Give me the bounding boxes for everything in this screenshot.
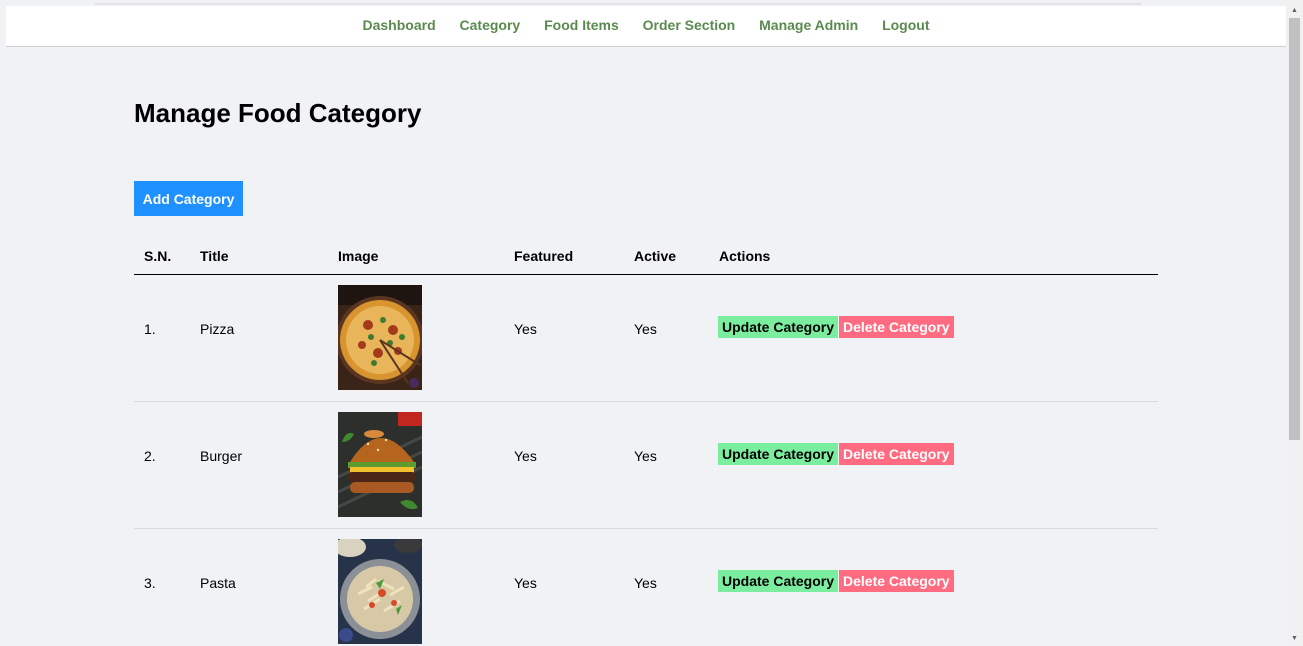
pizza-image — [338, 285, 422, 390]
navbar: Dashboard Category Food Items Order Sect… — [6, 6, 1286, 47]
header-title: Title — [200, 248, 229, 264]
delete-category-button[interactable]: Delete Category — [839, 316, 954, 338]
row-sn: 2. — [144, 448, 156, 464]
row-featured: Yes — [514, 321, 537, 337]
delete-category-button[interactable]: Delete Category — [839, 443, 954, 465]
table-row: 3. Pasta Yes Yes Update Category Delete … — [134, 529, 1158, 646]
header-actions: Actions — [719, 248, 771, 264]
scrollbar-thumb[interactable] — [1289, 18, 1300, 440]
header-sn: S.N. — [144, 248, 172, 264]
row-featured: Yes — [514, 448, 537, 464]
delete-category-button[interactable]: Delete Category — [839, 570, 954, 592]
pasta-image — [338, 539, 422, 644]
burger-image — [338, 412, 422, 517]
table-row: 2. Burger Yes Yes Update Category Delete… — [134, 402, 1158, 529]
header-image: Image — [338, 248, 379, 264]
nav-order-section-link[interactable]: Order Section — [643, 17, 736, 33]
nav-food-items-link[interactable]: Food Items — [544, 17, 619, 33]
row-active: Yes — [634, 321, 657, 337]
row-sn: 3. — [144, 575, 156, 591]
update-category-button[interactable]: Update Category — [718, 570, 839, 592]
row-featured: Yes — [514, 575, 537, 591]
scroll-down-arrow-icon[interactable]: ▼ — [1286, 632, 1303, 646]
page-title: Manage Food Category — [134, 98, 422, 128]
row-title: Pasta — [200, 575, 236, 591]
row-active: Yes — [634, 448, 657, 464]
update-category-button[interactable]: Update Category — [718, 443, 839, 465]
row-title: Pizza — [200, 321, 235, 337]
nav-menu: Dashboard Category Food Items Order Sect… — [6, 17, 1286, 33]
nav-logout-link[interactable]: Logout — [882, 17, 929, 33]
nav-dashboard-link[interactable]: Dashboard — [363, 17, 436, 33]
add-category-button[interactable]: Add Category — [134, 181, 243, 216]
top-border-strip — [95, 3, 1141, 5]
scroll-up-arrow-icon[interactable]: ▲ — [1286, 4, 1303, 18]
nav-category-link[interactable]: Category — [460, 17, 521, 33]
nav-manage-admin-link[interactable]: Manage Admin — [759, 17, 858, 33]
page: Dashboard Category Food Items Order Sect… — [0, 0, 1286, 646]
update-category-button[interactable]: Update Category — [718, 316, 839, 338]
row-active: Yes — [634, 575, 657, 591]
vertical-scrollbar[interactable]: ▲ ▼ — [1286, 0, 1303, 646]
table-row: 1. Pizza Yes Yes Update Category Delete … — [134, 275, 1158, 402]
row-title: Burger — [200, 448, 243, 464]
header-featured: Featured — [514, 248, 574, 264]
row-sn: 1. — [144, 321, 156, 337]
header-active: Active — [634, 248, 677, 264]
